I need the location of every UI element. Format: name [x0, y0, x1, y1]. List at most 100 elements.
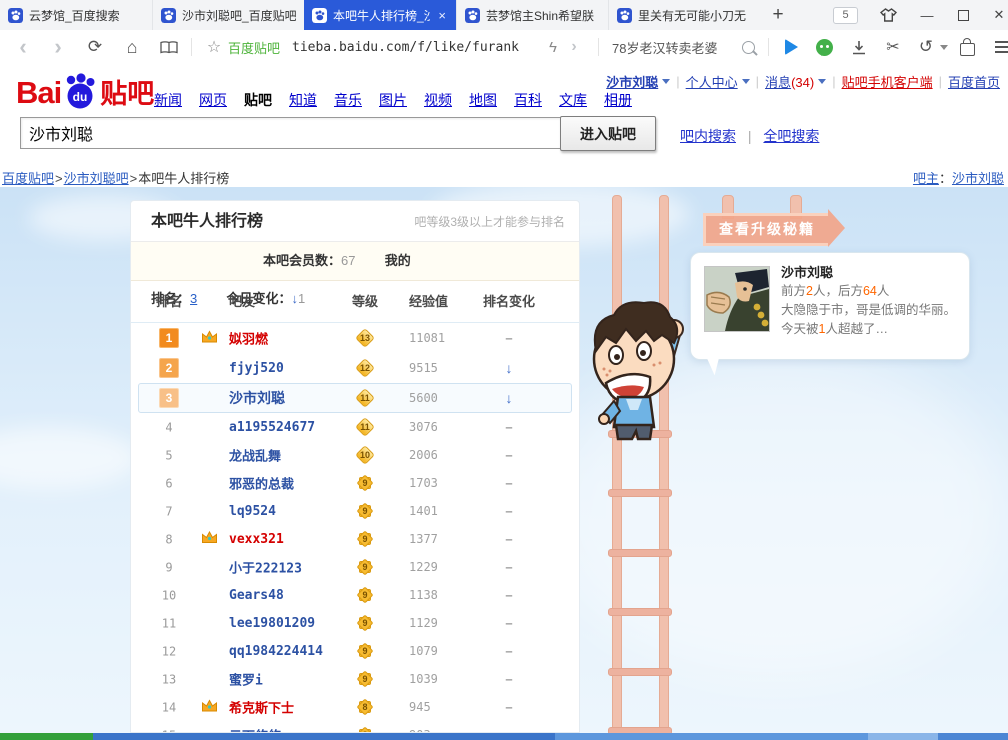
user-link[interactable]: 云下悠悠: [229, 726, 281, 733]
breadcrumb-sep: >: [129, 171, 138, 186]
user-link[interactable]: 希克斯下士: [229, 698, 294, 717]
nav-news[interactable]: 新闻: [154, 90, 182, 110]
new-tab-button[interactable]: +: [766, 2, 790, 28]
chat-icon[interactable]: [813, 30, 835, 64]
reading-mode-icon[interactable]: [158, 30, 180, 64]
rank-change: –: [505, 587, 513, 603]
caret-down-icon: [940, 44, 948, 50]
nav-music[interactable]: 音乐: [334, 90, 362, 110]
tab-5[interactable]: 里关有无可能小刀无: [608, 0, 760, 30]
download-icon[interactable]: [848, 30, 870, 64]
search-all-bars-link[interactable]: 全吧搜索: [763, 128, 819, 144]
user-link[interactable]: lq9524: [229, 504, 276, 519]
username-link[interactable]: 沙市刘聪: [606, 72, 658, 91]
skin-tshirt-icon[interactable]: [876, 2, 900, 28]
home-icon[interactable]: ⌂: [121, 30, 143, 64]
bar-search-input[interactable]: [20, 117, 562, 149]
colon: ：: [938, 171, 952, 186]
user-cell: 希克斯下士: [201, 698, 361, 717]
user-link[interactable]: 龙战乱舞: [229, 446, 281, 465]
minimize-button[interactable]: —: [912, 0, 942, 30]
user-avatar[interactable]: [704, 266, 770, 332]
back-icon[interactable]: ‹: [12, 30, 34, 64]
user-link[interactable]: 沙市刘聪: [229, 388, 285, 408]
nav-images[interactable]: 图片: [379, 90, 407, 110]
breadcrumb-bar-link[interactable]: 沙市刘聪吧: [64, 171, 129, 186]
user-links: 沙市刘聪 | 个人中心 | 消息(34) | 贴吧手机客户端 | 百度首页: [606, 72, 1000, 91]
user-link[interactable]: fjyj520: [229, 361, 284, 376]
personal-center-link[interactable]: 个人中心: [686, 72, 738, 91]
rank-cell: 4: [149, 420, 189, 435]
tieba-paw-favicon: [8, 7, 23, 23]
enter-bar-button[interactable]: 进入贴吧: [560, 116, 656, 151]
nav-album[interactable]: 相册: [604, 90, 632, 110]
rank-change: –: [505, 419, 513, 435]
bar-owner-link[interactable]: 沙市刘聪: [952, 171, 1004, 186]
rank-cell: 6: [149, 476, 189, 491]
nav-zhidao[interactable]: 知道: [289, 90, 317, 110]
breadcrumb-root-link[interactable]: 百度贴吧: [2, 171, 54, 186]
tab-1[interactable]: 云梦馆_百度搜索: [0, 0, 152, 30]
user-link[interactable]: 小于222123: [229, 558, 302, 577]
climbing-boy-illustration: [588, 291, 693, 444]
caret-down-icon[interactable]: [741, 79, 750, 84]
level-cell: 9: [343, 558, 387, 576]
close-button[interactable]: ✕: [984, 0, 1008, 30]
search-in-bar-link[interactable]: 吧内搜索: [680, 128, 736, 144]
user-link[interactable]: qq1984224414: [229, 644, 323, 659]
breadcrumb-sep: >: [55, 171, 63, 186]
refresh-icon[interactable]: ⟳: [84, 30, 106, 64]
rank-cell: 2: [149, 358, 189, 378]
user-link[interactable]: 蜜罗i: [229, 670, 263, 689]
rank-change: –: [505, 447, 513, 463]
site-label[interactable]: 百度贴吧: [228, 30, 280, 64]
baidu-home-link[interactable]: 百度首页: [948, 72, 1000, 91]
quick-search-text[interactable]: 78岁老汉转卖老婆: [612, 30, 717, 64]
nav-web[interactable]: 网页: [199, 90, 227, 110]
maximize-button[interactable]: [948, 0, 978, 30]
tab-2[interactable]: 沙市刘聪吧_百度贴吧: [152, 0, 304, 30]
user-link[interactable]: a1195524677: [229, 420, 315, 435]
baidu-tieba-logo[interactable]: Bai du 贴吧: [16, 72, 154, 111]
tab-4[interactable]: 芸梦馆主Shin希望朕: [456, 0, 608, 30]
bar-owner-label-link[interactable]: 吧主: [913, 171, 939, 186]
messages-link[interactable]: 消息: [765, 75, 791, 90]
shopping-bag-icon[interactable]: [956, 30, 978, 64]
tab-3-active[interactable]: 本吧牛人排行榜_沙 ×: [304, 0, 456, 30]
upgrade-tips-ribbon[interactable]: 查看升级秘籍: [703, 213, 828, 246]
bubble-username: 沙市刘聪: [781, 265, 834, 280]
my-rank-bubble-card: 沙市刘聪 前方2人，后方64人 大隐隐于市，哥是低调的华丽。 今天被1人超越了…: [690, 252, 970, 376]
ranking-panel: 本吧牛人排行榜 吧等级3级以上才能参与排名 本吧会员数：67 我的排名：3 今日…: [130, 200, 580, 733]
forward-icon[interactable]: ›: [47, 30, 69, 64]
menu-burger-icon[interactable]: [992, 30, 1008, 64]
tab-count-badge[interactable]: 5: [833, 7, 858, 24]
bubble-text: 沙市刘聪 前方2人，后方64人 大隐隐于市，哥是低调的华丽。 今天被1人超越了…: [781, 263, 961, 339]
nav-video[interactable]: 视频: [424, 90, 452, 110]
ladder-rung: [608, 489, 672, 497]
user-link[interactable]: vexx321: [229, 532, 284, 547]
nav-wenku[interactable]: 文库: [559, 90, 587, 110]
caret-down-icon[interactable]: [818, 79, 827, 84]
user-link[interactable]: 邪恶的总裁: [229, 474, 294, 493]
user-link[interactable]: lee19801209: [229, 616, 315, 631]
bookmark-star-icon[interactable]: ☆: [203, 30, 225, 64]
expand-chevron-icon[interactable]: ›: [566, 30, 582, 64]
crown-slot: [201, 360, 229, 376]
caret-down-icon[interactable]: [662, 79, 671, 84]
user-link[interactable]: Gears48: [229, 588, 284, 603]
lightning-icon[interactable]: ϟ: [545, 30, 561, 64]
undo-dropdown-caret[interactable]: [938, 30, 950, 64]
table-row: 10 Gears48 9 1138–: [131, 581, 579, 609]
url-text[interactable]: tieba.baidu.com/f/like/furank: [292, 30, 519, 64]
undo-icon[interactable]: ↺: [916, 30, 936, 64]
video-play-icon[interactable]: [780, 30, 802, 64]
mobile-client-link[interactable]: 贴吧手机客户端: [842, 72, 933, 91]
level-cell: 9: [343, 586, 387, 604]
nav-tieba[interactable]: 贴吧: [244, 90, 272, 110]
screenshot-scissors-icon[interactable]: ✂: [882, 30, 904, 64]
nav-maps[interactable]: 地图: [469, 90, 497, 110]
nav-baike[interactable]: 百科: [514, 90, 542, 110]
user-link[interactable]: 姒羽燃: [229, 329, 268, 348]
search-icon[interactable]: [738, 30, 758, 64]
tab-close-icon[interactable]: ×: [436, 8, 448, 23]
